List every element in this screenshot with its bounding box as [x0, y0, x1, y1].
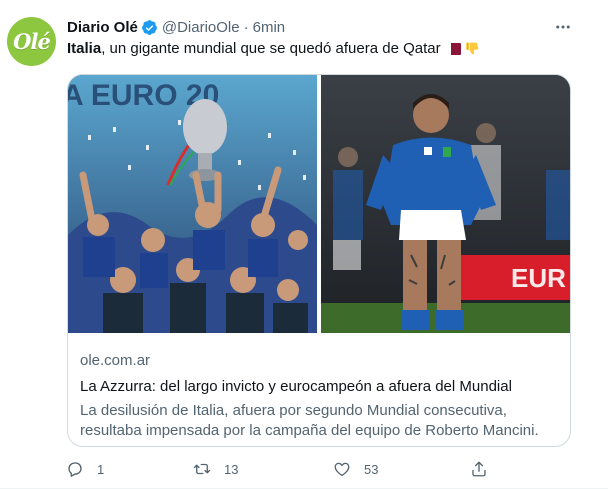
card-images[interactable]: A EURO 20 EUR — [68, 75, 570, 333]
author-display-name[interactable]: Diario Olé — [67, 19, 138, 36]
reply-icon — [68, 462, 82, 477]
qatar-flag-emoji-icon — [446, 43, 461, 55]
trophy-celebration-image: A EURO 20 — [68, 75, 317, 333]
card-image-dejected-player[interactable]: EUR — [321, 75, 570, 333]
separator-dot: · — [243, 18, 249, 36]
reply-count: 1 — [97, 461, 105, 477]
share-button[interactable] — [470, 455, 488, 483]
link-card[interactable]: A EURO 20 EUR ole.com.ar La Azzurra: del… — [67, 74, 571, 447]
avatar-logo-text: Olé — [13, 29, 51, 54]
verified-badge-icon — [141, 19, 157, 35]
thumbs-down-emoji-icon — [466, 42, 478, 55]
tweet[interactable]: Olé Diario Olé @DiarioOle · 6min Italia,… — [0, 0, 608, 489]
heart-icon — [334, 462, 350, 477]
more-options-button[interactable] — [552, 16, 574, 38]
more-dots-icon — [556, 25, 570, 29]
like-count: 53 — [364, 461, 379, 477]
player-image: EUR — [321, 75, 570, 333]
like-button[interactable]: 53 — [333, 455, 378, 483]
svg-text:EUR: EUR — [511, 263, 566, 293]
tweet-header: Diario Olé @DiarioOle · 6min — [67, 17, 285, 37]
card-image-celebration[interactable]: A EURO 20 — [68, 75, 317, 333]
tweet-actions: 1 13 53 — [62, 455, 502, 483]
card-domain: ole.com.ar — [80, 352, 151, 369]
avatar[interactable]: Olé — [7, 17, 56, 66]
card-meta[interactable]: ole.com.ar La Azzurra: del largo invicto… — [80, 351, 560, 441]
reply-button[interactable]: 1 — [66, 455, 104, 483]
retweet-icon — [193, 463, 211, 475]
tweet-text-rest: , un gigante mundial que se quedó afuera… — [101, 40, 441, 57]
tweet-text-bold: Italia — [67, 40, 102, 57]
author-handle[interactable]: @DiarioOle — [162, 19, 240, 36]
card-title[interactable]: La Azzurra: del largo invicto y eurocamp… — [80, 377, 560, 397]
tweet-timestamp[interactable]: 6min — [253, 19, 286, 36]
card-description: La desilusión de Italia, afuera por segu… — [80, 402, 539, 439]
share-icon — [472, 461, 486, 477]
tweet-text: Italia, un gigante mundial que se quedó … — [67, 39, 480, 59]
retweet-count: 13 — [224, 461, 239, 477]
retweet-button[interactable]: 13 — [193, 455, 238, 483]
